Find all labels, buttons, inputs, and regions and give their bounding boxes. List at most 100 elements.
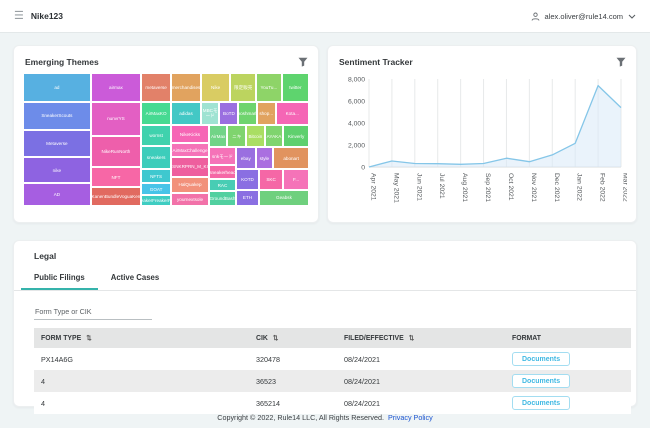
treemap-tile[interactable]: SNKRPRN_M_KI xyxy=(171,157,209,177)
documents-button[interactable]: Documents xyxy=(512,352,570,366)
treemap-tile[interactable]: SKC xyxy=(259,169,283,190)
treemap-tile[interactable]: NikeKicks xyxy=(171,125,209,144)
copyright-text: Copyright © 2022, Rule14 LLC, All Rights… xyxy=(217,413,384,422)
table-row: PX14A6G32047808/24/2021Documents xyxy=(34,348,631,370)
column-header-filed-effective[interactable]: FILED/EFFECTIVE⇅ xyxy=(337,328,505,348)
treemap-tile[interactable]: metaverse xyxy=(141,73,171,102)
treemap-tile[interactable]: nike xyxy=(23,157,91,184)
sentiment-tracker-title: Sentiment Tracker xyxy=(339,57,413,67)
svg-text:Jun 2021: Jun 2021 xyxy=(415,173,422,201)
user-menu[interactable]: alex.oliver@rule14.com xyxy=(531,12,636,21)
column-header-form-type[interactable]: FORM TYPE⇅ xyxy=(34,328,249,348)
filter-icon[interactable] xyxy=(616,57,626,67)
svg-text:Dec 2021: Dec 2021 xyxy=(553,173,560,202)
treemap-tile[interactable]: KanenBundleVoguaKen xyxy=(91,187,141,206)
treemap-tile[interactable]: wornst xyxy=(141,125,171,146)
treemap-tile[interactable]: AirMaxChallenge xyxy=(171,143,209,156)
privacy-policy-link[interactable]: Privacy Policy xyxy=(388,413,433,422)
treemap-tile[interactable]: AD xyxy=(23,183,91,206)
treemap-tile[interactable]: Metaverse xyxy=(23,130,91,157)
svg-text:0: 0 xyxy=(361,164,365,171)
treemap-tile[interactable]: shop... xyxy=(257,102,276,125)
tab-active-cases[interactable]: Active Cases xyxy=(98,269,173,290)
table-cell: 08/24/2021 xyxy=(337,348,505,370)
treemap-tile[interactable]: ebay xyxy=(236,147,255,168)
treemap-tile[interactable]: KOTD xyxy=(236,169,259,190)
treemap-tile[interactable]: RAC xyxy=(209,179,236,191)
treemap-tile[interactable]: 限定販売 xyxy=(230,73,256,102)
treemap-tile[interactable]: sneakerhead xyxy=(209,165,236,180)
table-cell: 36523 xyxy=(249,370,337,392)
treemap-tile[interactable]: GOAT xyxy=(141,183,171,194)
svg-text:Oct 2021: Oct 2021 xyxy=(507,173,514,201)
treemap-tile[interactable]: F... xyxy=(283,169,309,190)
form-type-cik-input[interactable] xyxy=(34,305,152,320)
treemap-tile[interactable]: NFTS xyxy=(141,169,171,184)
treemap-tile[interactable]: abonart xyxy=(273,147,309,168)
treemap-tile[interactable]: MBCモード xyxy=(201,102,220,125)
treemap-tile[interactable]: nunvrYS xyxy=(91,102,141,136)
treemap-tile[interactable]: GroundBash xyxy=(209,191,236,206)
treemap-tile[interactable]: Geabsk xyxy=(259,190,309,206)
svg-text:Nov 2021: Nov 2021 xyxy=(530,173,537,202)
treemap-tile[interactable]: Kota... xyxy=(276,102,309,125)
treemap-tile[interactable]: twitter xyxy=(282,73,309,102)
treemap-tile[interactable]: adidas xyxy=(171,102,201,125)
treemap-tile[interactable]: ニキ xyxy=(227,125,246,148)
treemap-tile[interactable]: snkモード xyxy=(209,147,236,164)
treemap-tile[interactable]: yournextsole xyxy=(171,193,209,206)
column-header-cik[interactable]: CIK⇅ xyxy=(249,328,337,348)
filings-table-header-row: FORM TYPE⇅CIK⇅FILED/EFFECTIVE⇅FORMAT xyxy=(34,328,631,348)
brand: ☰ Nike123 xyxy=(14,11,63,22)
treemap-tile[interactable]: sneakers xyxy=(141,146,171,169)
treemap-tile[interactable]: Kinverly xyxy=(283,125,309,148)
treemap-tile[interactable]: SneakerFreakerFam xyxy=(141,195,171,206)
svg-text:Jul 2021: Jul 2021 xyxy=(438,173,445,199)
svg-text:Mar 2022: Mar 2022 xyxy=(622,173,628,202)
table-cell: PX14A6G xyxy=(34,348,249,370)
treemap-tile[interactable]: Bitcoin xyxy=(246,125,265,148)
treemap-tile[interactable]: ad xyxy=(23,73,91,102)
treemap-tile[interactable]: HalQuakep xyxy=(171,177,209,193)
treemap-tile[interactable]: ETH xyxy=(236,190,259,206)
svg-text:2,000: 2,000 xyxy=(348,142,365,149)
table-cell: 08/24/2021 xyxy=(337,370,505,392)
hamburger-menu-icon[interactable]: ☰ xyxy=(14,11,24,22)
column-header-format: FORMAT xyxy=(505,328,631,348)
page-footer: Copyright © 2022, Rule14 LLC, All Rights… xyxy=(0,406,650,428)
table-cell-format: Documents xyxy=(505,348,631,370)
legal-title: Legal xyxy=(14,251,636,269)
treemap-tile[interactable]: merchandises xyxy=(171,73,201,102)
svg-text:Apr 2021: Apr 2021 xyxy=(370,173,377,201)
treemap-tile[interactable]: BoTD xyxy=(219,102,238,125)
svg-text:8,000: 8,000 xyxy=(348,76,365,83)
treemap-tile[interactable]: Nike xyxy=(201,73,230,102)
documents-button[interactable]: Documents xyxy=(512,374,570,388)
svg-text:May 2021: May 2021 xyxy=(392,173,399,203)
treemap-tile[interactable]: AYAKA xyxy=(265,125,284,148)
user-icon xyxy=(531,12,540,21)
treemap-tile[interactable]: NFT xyxy=(91,167,141,187)
sort-icon[interactable]: ⇅ xyxy=(273,335,278,342)
sort-icon[interactable]: ⇅ xyxy=(409,335,414,342)
app-root: ☰ Nike123 alex.oliver@rule14.com Emergin… xyxy=(0,0,650,407)
chevron-down-icon xyxy=(628,14,636,19)
treemap-tile[interactable]: SneakerScouts xyxy=(23,102,91,131)
sort-icon[interactable]: ⇅ xyxy=(86,335,91,342)
main-content: Emerging Themes adSneakerScoutsMetaverse… xyxy=(0,33,650,407)
treemap-tile[interactable]: AirMax xyxy=(209,125,228,148)
top-bar: ☰ Nike123 alex.oliver@rule14.com xyxy=(0,0,650,33)
treemap-tile[interactable]: YouTu... xyxy=(256,73,282,102)
treemap-tile[interactable]: airmax xyxy=(91,73,141,102)
filings-table: FORM TYPE⇅CIK⇅FILED/EFFECTIVE⇅FORMAT PX1… xyxy=(34,328,631,414)
brand-name: Nike123 xyxy=(31,11,63,21)
treemap-tile[interactable]: NikeRunNorth xyxy=(91,136,141,168)
treemap-tile[interactable]: poshmark xyxy=(238,102,257,125)
table-cell-format: Documents xyxy=(505,370,631,392)
emerging-themes-card: Emerging Themes adSneakerScoutsMetaverse… xyxy=(13,45,319,223)
filter-icon[interactable] xyxy=(298,57,308,67)
treemap-tile[interactable]: style xyxy=(256,147,274,168)
user-email: alex.oliver@rule14.com xyxy=(545,12,623,21)
tab-public-filings[interactable]: Public Filings xyxy=(21,269,98,290)
treemap-tile[interactable]: AirMaxKO xyxy=(141,102,171,125)
